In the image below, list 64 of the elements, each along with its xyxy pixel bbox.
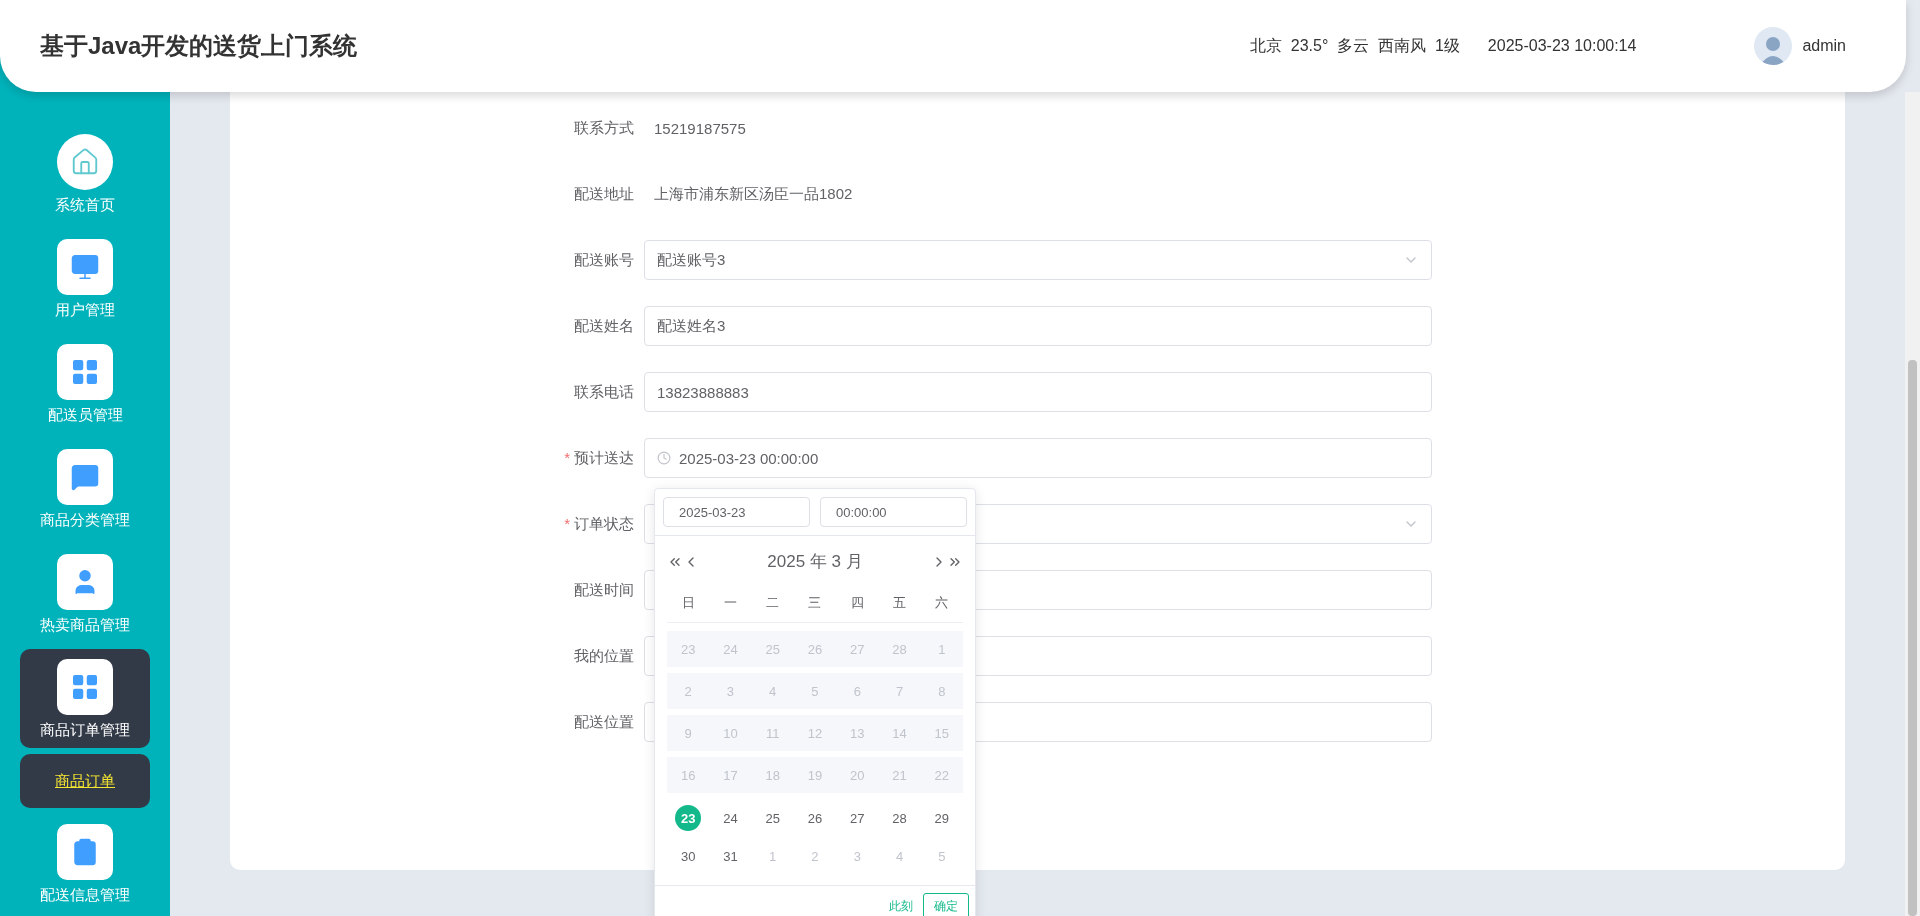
scrollbar[interactable] — [1905, 92, 1920, 916]
weekday-label: 三 — [807, 593, 823, 612]
field-label: * 预计送达 — [563, 448, 635, 468]
clipboard-check-icon — [57, 824, 113, 880]
date-field[interactable]: 2025-03-23 00:00:00 — [644, 438, 1432, 478]
field-label: 配送账号 — [573, 250, 635, 270]
calendar-day[interactable]: 24 — [717, 805, 744, 831]
field-label: 我的位置 — [573, 646, 635, 666]
user-icon — [57, 554, 113, 610]
calendar-day[interactable]: 3 — [844, 843, 871, 869]
weather-text: 北京 23.5° 多云 西南风 1级 — [1249, 35, 1460, 56]
monitor-icon — [57, 239, 113, 295]
sidebar-item[interactable]: 热卖商品管理 — [20, 544, 150, 643]
calendar-day[interactable]: 23 — [675, 805, 702, 831]
field-label: 配送姓名 — [573, 316, 635, 336]
sidebar-item[interactable]: 商品订单管理 — [20, 649, 150, 748]
field-label: 联系方式 — [573, 118, 635, 138]
sidebar-item[interactable]: 商品分类管理 — [20, 439, 150, 538]
field-label: * 订单状态 — [563, 514, 635, 534]
weekday-label: 日 — [680, 593, 696, 612]
select-field[interactable]: 配送账号3 — [644, 240, 1432, 280]
calendar-day[interactable]: 26 — [802, 805, 828, 831]
date-time: 2025-03-23 10:00:14 — [1487, 37, 1637, 55]
clock-icon — [657, 451, 671, 465]
calendar-day[interactable]: 2 — [802, 843, 828, 869]
grid-icon — [57, 344, 113, 400]
date-input[interactable]: 2025-03-23 — [663, 497, 810, 527]
input-field[interactable]: 13823888883 — [644, 372, 1432, 412]
chat-bubble-icon — [57, 449, 113, 505]
input-field[interactable]: 配送姓名3 — [644, 306, 1432, 346]
time-input[interactable]: 00:00:00 — [820, 497, 967, 527]
field-label: 配送地址 — [573, 184, 635, 204]
field-value: 15219187575 — [653, 119, 746, 137]
field-label: 配送位置 — [573, 712, 635, 732]
field-value: 上海市浦东新区汤臣一品1802 — [653, 184, 853, 204]
sidebar-item[interactable]: 配送信息管理 — [20, 814, 150, 913]
now-link[interactable]: 此刻 — [889, 898, 913, 915]
confirm-button[interactable]: 确定 — [923, 892, 969, 916]
field-label: 配送时间 — [573, 580, 635, 600]
calendar-day[interactable]: 4 — [886, 843, 913, 869]
sidebar-item[interactable]: 配送员管理 — [20, 334, 150, 433]
app-title: 基于Java开发的送货上门系统 — [40, 31, 359, 61]
calendar-day[interactable]: 30 — [675, 843, 702, 869]
month-title: 2025 年 3 月 — [766, 551, 864, 573]
weekday-label: 一 — [722, 593, 738, 612]
calendar-day[interactable]: 28 — [886, 805, 913, 831]
sidebar-item[interactable]: 用户管理 — [20, 229, 150, 328]
avatar-icon[interactable] — [1754, 27, 1793, 65]
weekday-label: 五 — [892, 593, 908, 612]
calendar-day[interactable]: 25 — [759, 805, 786, 831]
weekday-label: 二 — [765, 593, 781, 612]
weekday-label: 四 — [849, 593, 865, 612]
grid-icon — [57, 659, 113, 715]
calendar-day[interactable]: 29 — [928, 805, 955, 831]
sidebar-item[interactable]: 系统首页 — [20, 124, 150, 223]
field-label: 联系电话 — [573, 382, 635, 402]
weekday-label: 六 — [934, 593, 950, 612]
user-name[interactable]: admin — [1802, 37, 1846, 55]
house-icon — [57, 134, 113, 190]
sidebar-subitem[interactable]: 商品订单 — [20, 754, 150, 808]
calendar-day[interactable]: 1 — [759, 843, 786, 869]
calendar-day[interactable]: 27 — [844, 805, 871, 831]
calendar-day[interactable]: 31 — [717, 843, 744, 869]
calendar-day[interactable]: 5 — [928, 843, 955, 869]
